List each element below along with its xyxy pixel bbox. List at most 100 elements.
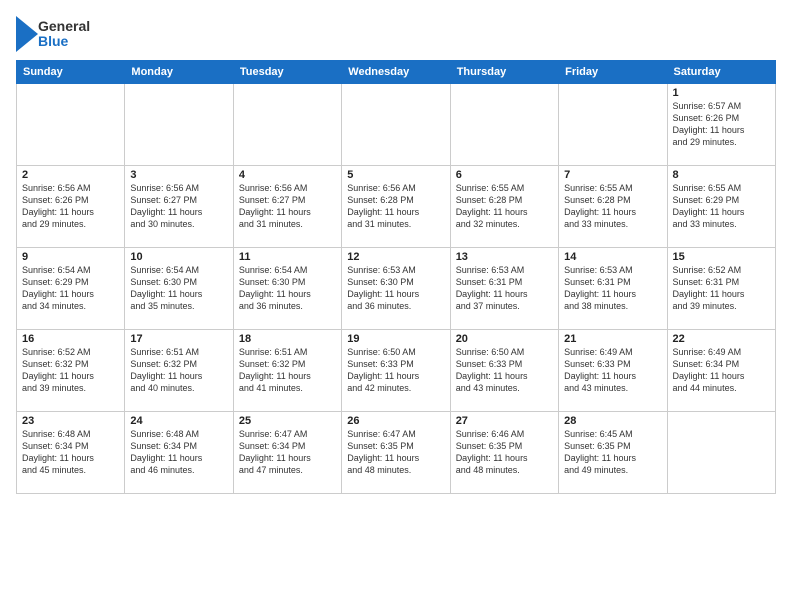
day-header-wednesday: Wednesday xyxy=(342,61,450,84)
day-number: 13 xyxy=(456,251,553,263)
calendar-week-2: 2Sunrise: 6:56 AM Sunset: 6:26 PM Daylig… xyxy=(17,166,776,248)
calendar-cell: 21Sunrise: 6:49 AM Sunset: 6:33 PM Dayli… xyxy=(559,330,667,412)
day-info: Sunrise: 6:47 AM Sunset: 6:35 PM Dayligh… xyxy=(347,428,444,477)
page-header: GeneralBlue xyxy=(16,16,776,52)
day-info: Sunrise: 6:54 AM Sunset: 6:30 PM Dayligh… xyxy=(239,264,336,313)
calendar-cell: 6Sunrise: 6:55 AM Sunset: 6:28 PM Daylig… xyxy=(450,166,558,248)
day-info: Sunrise: 6:46 AM Sunset: 6:35 PM Dayligh… xyxy=(456,428,553,477)
calendar-cell: 8Sunrise: 6:55 AM Sunset: 6:29 PM Daylig… xyxy=(667,166,775,248)
calendar-cell: 1Sunrise: 6:57 AM Sunset: 6:26 PM Daylig… xyxy=(667,84,775,166)
day-info: Sunrise: 6:53 AM Sunset: 6:31 PM Dayligh… xyxy=(456,264,553,313)
calendar-cell: 15Sunrise: 6:52 AM Sunset: 6:31 PM Dayli… xyxy=(667,248,775,330)
calendar-cell: 28Sunrise: 6:45 AM Sunset: 6:35 PM Dayli… xyxy=(559,412,667,494)
day-number: 17 xyxy=(130,333,227,345)
calendar-week-3: 9Sunrise: 6:54 AM Sunset: 6:29 PM Daylig… xyxy=(17,248,776,330)
day-number: 21 xyxy=(564,333,661,345)
day-info: Sunrise: 6:55 AM Sunset: 6:28 PM Dayligh… xyxy=(564,182,661,231)
calendar-cell: 23Sunrise: 6:48 AM Sunset: 6:34 PM Dayli… xyxy=(17,412,125,494)
calendar-cell: 16Sunrise: 6:52 AM Sunset: 6:32 PM Dayli… xyxy=(17,330,125,412)
calendar-cell: 5Sunrise: 6:56 AM Sunset: 6:28 PM Daylig… xyxy=(342,166,450,248)
day-header-saturday: Saturday xyxy=(667,61,775,84)
day-info: Sunrise: 6:56 AM Sunset: 6:28 PM Dayligh… xyxy=(347,182,444,231)
day-number: 19 xyxy=(347,333,444,345)
calendar-cell: 13Sunrise: 6:53 AM Sunset: 6:31 PM Dayli… xyxy=(450,248,558,330)
calendar-cell: 25Sunrise: 6:47 AM Sunset: 6:34 PM Dayli… xyxy=(233,412,341,494)
day-header-monday: Monday xyxy=(125,61,233,84)
day-number: 8 xyxy=(673,169,770,181)
calendar-cell: 14Sunrise: 6:53 AM Sunset: 6:31 PM Dayli… xyxy=(559,248,667,330)
calendar-cell xyxy=(450,84,558,166)
calendar-cell: 22Sunrise: 6:49 AM Sunset: 6:34 PM Dayli… xyxy=(667,330,775,412)
calendar-cell: 11Sunrise: 6:54 AM Sunset: 6:30 PM Dayli… xyxy=(233,248,341,330)
day-info: Sunrise: 6:52 AM Sunset: 6:31 PM Dayligh… xyxy=(673,264,770,313)
calendar-cell xyxy=(125,84,233,166)
day-info: Sunrise: 6:55 AM Sunset: 6:29 PM Dayligh… xyxy=(673,182,770,231)
day-number: 12 xyxy=(347,251,444,263)
day-number: 9 xyxy=(22,251,119,263)
day-info: Sunrise: 6:51 AM Sunset: 6:32 PM Dayligh… xyxy=(130,346,227,395)
day-info: Sunrise: 6:54 AM Sunset: 6:30 PM Dayligh… xyxy=(130,264,227,313)
calendar-cell: 18Sunrise: 6:51 AM Sunset: 6:32 PM Dayli… xyxy=(233,330,341,412)
day-number: 18 xyxy=(239,333,336,345)
calendar-cell: 27Sunrise: 6:46 AM Sunset: 6:35 PM Dayli… xyxy=(450,412,558,494)
calendar-week-4: 16Sunrise: 6:52 AM Sunset: 6:32 PM Dayli… xyxy=(17,330,776,412)
calendar-cell: 26Sunrise: 6:47 AM Sunset: 6:35 PM Dayli… xyxy=(342,412,450,494)
day-header-friday: Friday xyxy=(559,61,667,84)
calendar-cell: 4Sunrise: 6:56 AM Sunset: 6:27 PM Daylig… xyxy=(233,166,341,248)
calendar-cell xyxy=(233,84,341,166)
day-number: 11 xyxy=(239,251,336,263)
calendar-cell: 20Sunrise: 6:50 AM Sunset: 6:33 PM Dayli… xyxy=(450,330,558,412)
day-info: Sunrise: 6:53 AM Sunset: 6:30 PM Dayligh… xyxy=(347,264,444,313)
day-info: Sunrise: 6:55 AM Sunset: 6:28 PM Dayligh… xyxy=(456,182,553,231)
day-info: Sunrise: 6:48 AM Sunset: 6:34 PM Dayligh… xyxy=(22,428,119,477)
day-number: 20 xyxy=(456,333,553,345)
day-info: Sunrise: 6:53 AM Sunset: 6:31 PM Dayligh… xyxy=(564,264,661,313)
day-number: 22 xyxy=(673,333,770,345)
calendar-week-1: 1Sunrise: 6:57 AM Sunset: 6:26 PM Daylig… xyxy=(17,84,776,166)
day-info: Sunrise: 6:50 AM Sunset: 6:33 PM Dayligh… xyxy=(347,346,444,395)
day-number: 7 xyxy=(564,169,661,181)
day-number: 27 xyxy=(456,415,553,427)
calendar-cell: 19Sunrise: 6:50 AM Sunset: 6:33 PM Dayli… xyxy=(342,330,450,412)
calendar-header-row: SundayMondayTuesdayWednesdayThursdayFrid… xyxy=(17,61,776,84)
day-info: Sunrise: 6:57 AM Sunset: 6:26 PM Dayligh… xyxy=(673,100,770,149)
day-number: 28 xyxy=(564,415,661,427)
day-number: 15 xyxy=(673,251,770,263)
day-info: Sunrise: 6:51 AM Sunset: 6:32 PM Dayligh… xyxy=(239,346,336,395)
day-info: Sunrise: 6:50 AM Sunset: 6:33 PM Dayligh… xyxy=(456,346,553,395)
day-header-thursday: Thursday xyxy=(450,61,558,84)
day-number: 4 xyxy=(239,169,336,181)
calendar-cell: 12Sunrise: 6:53 AM Sunset: 6:30 PM Dayli… xyxy=(342,248,450,330)
day-number: 2 xyxy=(22,169,119,181)
calendar-week-5: 23Sunrise: 6:48 AM Sunset: 6:34 PM Dayli… xyxy=(17,412,776,494)
calendar-cell xyxy=(17,84,125,166)
day-number: 16 xyxy=(22,333,119,345)
calendar-cell: 17Sunrise: 6:51 AM Sunset: 6:32 PM Dayli… xyxy=(125,330,233,412)
day-number: 23 xyxy=(22,415,119,427)
day-number: 24 xyxy=(130,415,227,427)
calendar-cell: 3Sunrise: 6:56 AM Sunset: 6:27 PM Daylig… xyxy=(125,166,233,248)
calendar-cell xyxy=(559,84,667,166)
day-info: Sunrise: 6:54 AM Sunset: 6:29 PM Dayligh… xyxy=(22,264,119,313)
day-info: Sunrise: 6:56 AM Sunset: 6:26 PM Dayligh… xyxy=(22,182,119,231)
day-info: Sunrise: 6:47 AM Sunset: 6:34 PM Dayligh… xyxy=(239,428,336,477)
day-info: Sunrise: 6:45 AM Sunset: 6:35 PM Dayligh… xyxy=(564,428,661,477)
day-info: Sunrise: 6:48 AM Sunset: 6:34 PM Dayligh… xyxy=(130,428,227,477)
calendar-cell: 10Sunrise: 6:54 AM Sunset: 6:30 PM Dayli… xyxy=(125,248,233,330)
day-number: 10 xyxy=(130,251,227,263)
logo: GeneralBlue xyxy=(16,16,90,52)
calendar-cell: 24Sunrise: 6:48 AM Sunset: 6:34 PM Dayli… xyxy=(125,412,233,494)
day-info: Sunrise: 6:56 AM Sunset: 6:27 PM Dayligh… xyxy=(239,182,336,231)
calendar-cell xyxy=(342,84,450,166)
day-number: 26 xyxy=(347,415,444,427)
calendar-cell: 7Sunrise: 6:55 AM Sunset: 6:28 PM Daylig… xyxy=(559,166,667,248)
day-info: Sunrise: 6:49 AM Sunset: 6:34 PM Dayligh… xyxy=(673,346,770,395)
calendar-cell: 2Sunrise: 6:56 AM Sunset: 6:26 PM Daylig… xyxy=(17,166,125,248)
day-info: Sunrise: 6:52 AM Sunset: 6:32 PM Dayligh… xyxy=(22,346,119,395)
day-number: 25 xyxy=(239,415,336,427)
day-header-tuesday: Tuesday xyxy=(233,61,341,84)
day-number: 5 xyxy=(347,169,444,181)
calendar-cell xyxy=(667,412,775,494)
day-number: 3 xyxy=(130,169,227,181)
day-number: 14 xyxy=(564,251,661,263)
